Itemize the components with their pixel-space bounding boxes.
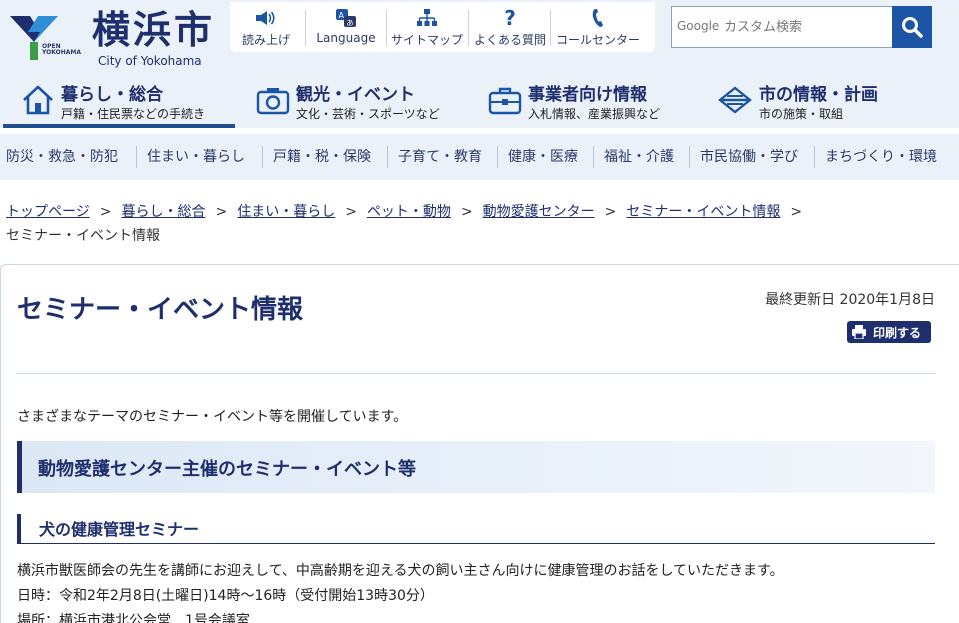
subsection-heading-text: 犬の健康管理セミナー — [39, 520, 200, 539]
category-childcare[interactable]: 子育て・教育 — [398, 146, 482, 166]
site-search: Google — [671, 6, 932, 48]
breadcrumb-separator: > — [215, 204, 228, 220]
utility-label: コールセンター — [555, 33, 640, 47]
main-nav-tourism[interactable]: 観光・イベント 文化・芸術・スポーツなど — [238, 70, 460, 128]
breadcrumb-link-top[interactable]: トップページ — [6, 204, 90, 220]
utility-label: 読み上げ — [241, 33, 290, 47]
main-content: セミナー・イベント情報 最終更新日 2020年1月8日 印刷する さまざまなテー… — [0, 264, 959, 623]
utility-label: サイトマップ — [390, 33, 463, 47]
breadcrumb-separator: > — [99, 204, 112, 220]
event-location: 場所：横浜市港北公会堂 1号会議室 — [17, 613, 250, 623]
divider — [689, 146, 690, 168]
main-nav-title: 事業者向け情報 — [528, 85, 647, 105]
breadcrumb-separator: > — [345, 204, 357, 220]
category-town-planning[interactable]: まちづくり・環境 — [825, 146, 937, 166]
utility-faq[interactable]: ? よくある質問 — [470, 2, 550, 52]
divider — [262, 146, 263, 168]
google-brand-label: Google — [677, 19, 720, 33]
camera-icon — [256, 88, 290, 115]
utility-call-center[interactable]: コールセンター — [552, 2, 644, 52]
main-nav-subtitle: 戸籍・住民票などの手続き — [61, 107, 206, 121]
divider — [387, 146, 388, 168]
divider — [136, 146, 137, 168]
category-civic[interactable]: 市民協働・学び — [700, 146, 798, 166]
print-label: 印刷する — [873, 325, 922, 340]
main-nav-subtitle: 文化・芸術・スポーツなど — [296, 107, 440, 121]
main-nav-title: 暮らし・総合 — [61, 85, 163, 105]
search-button[interactable] — [892, 6, 932, 48]
breadcrumb-separator: > — [604, 204, 617, 220]
section-heading-text: 動物愛護センター主催のセミナー・イベント等 — [38, 459, 416, 480]
main-nav-subtitle: 入札情報、産業振興など — [528, 107, 661, 121]
question-icon: ? — [504, 6, 516, 30]
divider — [593, 146, 594, 168]
breadcrumb-link-animal-center[interactable]: 動物愛護センター — [483, 204, 595, 220]
main-nav-subtitle: 市の施策・取組 — [759, 107, 844, 121]
svg-text:あ: あ — [347, 19, 354, 27]
divider — [468, 10, 469, 46]
last-updated: 最終更新日 2020年1月8日 — [765, 292, 935, 308]
logo-name: 横浜市 — [92, 7, 216, 52]
house-icon — [23, 85, 53, 115]
city-mark-icon — [718, 86, 752, 114]
main-nav-business[interactable]: 事業者向け情報 入札情報、産業振興など — [470, 70, 700, 128]
utility-menu: 読み上げ Aあ Language サイトマップ ? よくある質問 コールセンター — [230, 2, 655, 52]
briefcase-icon — [488, 87, 522, 115]
divider — [386, 10, 387, 46]
divider — [550, 10, 551, 46]
intro-text: さまざまなテーマのセミナー・イベント等を開催しています。 — [17, 409, 408, 425]
category-navigation: 防災・救急・防犯 住まい・暮らし 戸籍・税・保険 子育て・教育 健康・医療 福祉… — [0, 134, 959, 180]
category-health[interactable]: 健康・医療 — [508, 146, 578, 166]
section-heading: 動物愛護センター主催のセミナー・イベント等 — [17, 441, 935, 493]
yokohama-logo[interactable]: OPEN YOKOHAMA 横浜市 City of Yokohama — [6, 6, 218, 68]
divider — [305, 10, 306, 46]
main-nav-city-info[interactable]: 市の情報・計画 市の施策・取組 — [700, 70, 930, 128]
open-yokohama-label: OPEN YOKOHAMA — [42, 43, 81, 56]
search-icon — [902, 17, 923, 38]
language-icon: Aあ — [308, 9, 384, 27]
main-nav-title: 観光・イベント — [296, 85, 415, 105]
utility-read-aloud[interactable]: 読み上げ — [230, 2, 302, 52]
speaker-icon — [230, 9, 302, 27]
divider — [17, 373, 935, 374]
breadcrumb-separator: > — [790, 204, 803, 220]
breadcrumb-link-living[interactable]: 暮らし・総合 — [121, 204, 205, 220]
subsection-heading: 犬の健康管理セミナー — [17, 514, 935, 544]
svg-text:A: A — [339, 11, 345, 20]
event-datetime: 日時：令和2年2月8日(土曜日)14時～16時（受付開始13時30分） — [17, 588, 434, 604]
utility-label: Language — [316, 31, 376, 45]
print-button[interactable]: 印刷する — [847, 321, 931, 343]
breadcrumb-current: セミナー・イベント情報 — [6, 228, 160, 244]
category-housing[interactable]: 住まい・暮らし — [147, 146, 245, 166]
main-nav-living[interactable]: 暮らし・総合 戸籍・住民票などの手続き — [3, 70, 235, 128]
logo-name-en: City of Yokohama — [98, 54, 202, 68]
utility-language[interactable]: Aあ Language — [308, 2, 384, 52]
sitemap-icon — [388, 9, 466, 27]
breadcrumb-separator: > — [460, 204, 473, 220]
event-description: 横浜市獣医師会の先生を講師にお迎えして、中高齢期を迎える犬の飼い主さん向けに健康… — [17, 563, 784, 579]
category-disaster[interactable]: 防災・救急・防犯 — [6, 146, 118, 166]
breadcrumb-link-pets[interactable]: ペット・動物 — [367, 204, 451, 220]
category-welfare[interactable]: 福祉・介護 — [604, 146, 674, 166]
main-nav-title: 市の情報・計画 — [759, 85, 878, 105]
site-header: OPEN YOKOHAMA 横浜市 City of Yokohama 読み上げ A… — [0, 0, 959, 128]
printer-icon — [852, 325, 866, 339]
page-title: セミナー・イベント情報 — [17, 295, 304, 325]
divider — [497, 146, 498, 168]
breadcrumb-link-housing[interactable]: 住まい・暮らし — [237, 204, 335, 220]
main-navigation: 暮らし・総合 戸籍・住民票などの手続き 観光・イベント 文化・芸術・スポーツなど… — [0, 70, 959, 128]
utility-label: よくある質問 — [473, 33, 546, 47]
divider — [814, 146, 815, 168]
phone-icon — [552, 9, 644, 27]
category-family-register[interactable]: 戸籍・税・保険 — [273, 146, 371, 166]
breadcrumb-link-seminar[interactable]: セミナー・イベント情報 — [626, 204, 780, 220]
breadcrumb: トップページ > 暮らし・総合 > 住まい・暮らし > ペット・動物 > 動物愛護センター > セミ… — [6, 200, 946, 248]
utility-sitemap[interactable]: サイトマップ — [388, 2, 466, 52]
